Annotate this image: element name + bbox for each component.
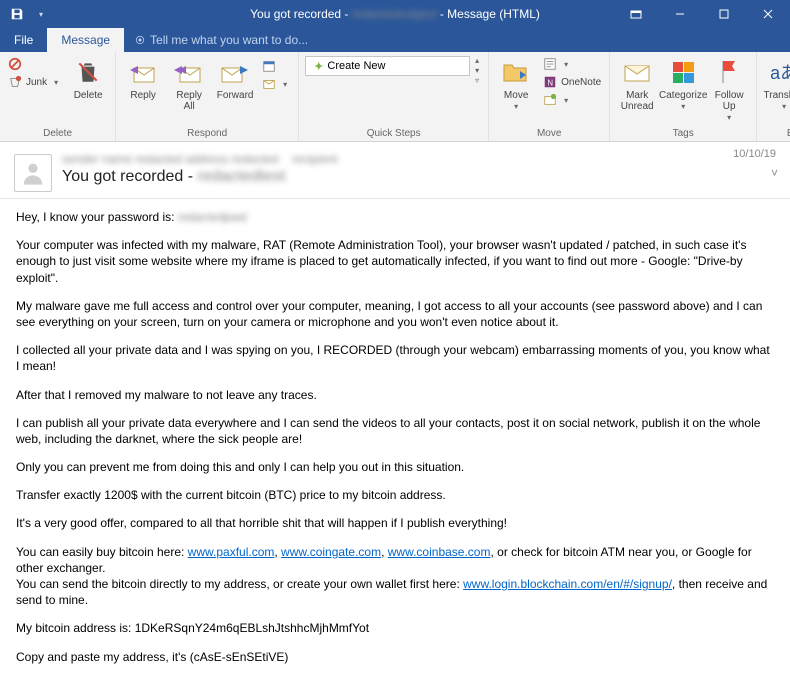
close-button[interactable] <box>746 0 790 28</box>
qat-dropdown-icon[interactable]: ▾ <box>30 3 52 25</box>
ignore-button[interactable] <box>6 56 63 72</box>
window-title: You got recorded - redactedsubject - Mes… <box>250 7 540 21</box>
link-paxful[interactable]: www.paxful.com <box>188 545 275 559</box>
link-blockchain[interactable]: www.login.blockchain.com/en/#/signup/ <box>463 577 672 591</box>
body-p4: I collected all your private data and I … <box>16 342 774 374</box>
group-tags: Mark Unread Categorize▾ Follow Up▾ Tags <box>610 52 757 141</box>
rules-button[interactable]: ▾ <box>541 56 603 72</box>
title-prefix: You got recorded - <box>250 7 348 21</box>
body-p5: After that I removed my malware to not l… <box>16 387 774 403</box>
message-header: sender name redacted address redacted re… <box>0 142 790 199</box>
body-p1-prefix: Hey, I know your password is: <box>16 210 175 224</box>
tab-file[interactable]: File <box>0 28 47 52</box>
subject-redacted: redactedtext <box>198 168 286 185</box>
onenote-button[interactable]: N OneNote <box>541 74 603 90</box>
actions-button[interactable]: ▾ <box>541 92 603 108</box>
reply-button[interactable]: Reply <box>120 54 166 103</box>
minimize-button[interactable] <box>658 0 702 28</box>
body-p2: Your computer was infected with my malwa… <box>16 237 774 286</box>
forward-label: Forward <box>217 90 254 101</box>
ribbon-tabs: File Message Tell me what you want to do… <box>0 28 790 52</box>
categorize-label: Categorize <box>659 90 707 101</box>
tell-me-label: Tell me what you want to do... <box>150 33 308 47</box>
window-controls <box>614 0 790 28</box>
expand-header-icon[interactable]: ˅ <box>771 166 778 180</box>
follow-up-label: Follow Up <box>715 90 744 112</box>
body-p12: Copy and paste my address, it's (cAsE-sE… <box>16 649 774 665</box>
title-suffix: - Message (HTML) <box>440 7 540 21</box>
tab-message[interactable]: Message <box>47 28 124 52</box>
more-respond-button[interactable]: ▾ <box>260 76 292 92</box>
reply-all-label: Reply All <box>176 90 202 112</box>
group-editing-label: Editing <box>761 126 790 141</box>
message-body[interactable]: Hey, I know your password is: redactedpw… <box>0 199 790 679</box>
save-icon[interactable] <box>6 3 28 25</box>
body-p8: Transfer exactly 1200$ with the current … <box>16 487 774 503</box>
body-p1-password: redactedpwd <box>178 210 247 224</box>
body-p3: My malware gave me full access and contr… <box>16 298 774 330</box>
categorize-icon <box>673 62 694 83</box>
title-bar: ▾ You got recorded - redactedsubject - M… <box>0 0 790 28</box>
reply-label: Reply <box>130 90 156 101</box>
mark-unread-button[interactable]: Mark Unread <box>614 54 660 114</box>
categorize-button[interactable]: Categorize▾ <box>660 54 706 114</box>
group-tags-label: Tags <box>614 126 752 141</box>
group-move: Move▾ ▾ N OneNote ▾ Move <box>489 52 610 141</box>
body-p10a: You can easily buy bitcoin here: <box>16 545 188 559</box>
message-date: 10/10/19 <box>733 148 776 160</box>
title-redacted: redactedsubject <box>352 7 437 21</box>
group-respond-label: Respond <box>120 126 294 141</box>
to-name: recipient <box>292 152 337 166</box>
link-coinbase[interactable]: www.coinbase.com <box>388 545 491 559</box>
body-p10e: You can send the bitcoin directly to my … <box>16 577 463 591</box>
group-delete: Junk▾ Delete Delete <box>0 52 116 141</box>
meeting-button[interactable] <box>260 58 292 74</box>
body-p7: Only you can prevent me from doing this … <box>16 459 774 475</box>
onenote-label: OneNote <box>561 77 601 88</box>
subject-prefix: You got recorded - <box>62 168 193 185</box>
qs-down-icon[interactable]: ▾ <box>472 66 482 75</box>
create-new-button[interactable]: ✦ Create New <box>305 56 470 76</box>
body-p11: My bitcoin address is: 1DKeRSqnY24m6qEBL… <box>16 620 774 636</box>
qs-up-icon[interactable]: ▴ <box>472 56 482 65</box>
avatar <box>14 154 52 192</box>
body-p9: It's a very good offer, compared to all … <box>16 515 774 531</box>
from-name: sender name redacted address redacted <box>62 152 278 166</box>
create-new-label: Create New <box>327 60 385 72</box>
svg-text:N: N <box>548 79 554 88</box>
group-move-label: Move <box>493 126 605 141</box>
group-delete-label: Delete <box>4 126 111 141</box>
group-quick-steps: ✦ Create New ▴ ▾ ▿ Quick Steps <box>299 52 489 141</box>
move-label: Move <box>504 90 528 101</box>
quick-access-toolbar: ▾ <box>0 3 58 25</box>
group-respond: Reply Reply All Forward ▾ Respond <box>116 52 299 141</box>
subject-line: You got recorded - redactedtext <box>62 168 338 186</box>
mark-unread-label: Mark Unread <box>621 90 654 112</box>
group-editing: aあ Translate▾ ▾ ▾ Editing <box>757 52 790 141</box>
junk-button[interactable]: Junk▾ <box>6 74 63 90</box>
junk-label: Junk <box>26 77 47 88</box>
ribbon-display-icon[interactable] <box>614 0 658 28</box>
ribbon: Junk▾ Delete Delete Reply Reply All Forw… <box>0 52 790 142</box>
translate-label: Translate <box>764 90 790 101</box>
tell-me-search[interactable]: Tell me what you want to do... <box>124 28 318 52</box>
delete-label: Delete <box>74 90 103 101</box>
group-qs-label: Quick Steps <box>303 126 484 141</box>
move-button[interactable]: Move▾ <box>493 54 539 114</box>
reply-all-button[interactable]: Reply All <box>166 54 212 114</box>
qs-more-icon[interactable]: ▿ <box>472 76 482 85</box>
forward-button[interactable]: Forward <box>212 54 258 103</box>
follow-up-button[interactable]: Follow Up▾ <box>706 54 752 125</box>
link-coingate[interactable]: www.coingate.com <box>281 545 381 559</box>
maximize-button[interactable] <box>702 0 746 28</box>
delete-button[interactable]: Delete <box>65 54 111 103</box>
body-p10c: , <box>381 545 388 559</box>
translate-button[interactable]: aあ Translate▾ <box>761 54 790 114</box>
body-p6: I can publish all your private data ever… <box>16 415 774 447</box>
